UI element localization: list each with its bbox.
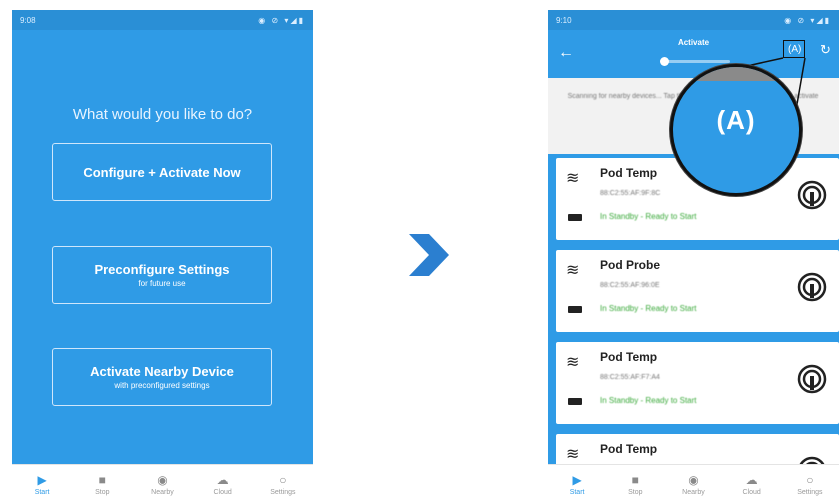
nearby-icon: ◉ [688,473,699,487]
button-label: Activate Nearby Device [90,364,234,379]
status-bar: 9:10 ◉ ⊘ ▾◢▮ [548,10,839,30]
step-progress-dot [660,57,669,66]
stop-icon: ■ [631,473,639,487]
device-name: Pod Probe [600,258,661,272]
nav-stop[interactable]: ■ Stop [77,473,127,496]
nav-label: Settings [270,489,296,496]
broadcast-icon [797,364,827,394]
wifi-icon: ≋ [566,446,580,463]
status-time: 9:08 [20,15,36,25]
nav-label: Start [34,489,50,496]
nav-start[interactable]: ▶ Start [552,473,602,496]
play-icon: ▶ [37,473,47,487]
device-name: Pod Temp [600,350,658,364]
nav-nearby[interactable]: ◉ Nearby [668,473,718,496]
stop-icon: ■ [98,473,106,487]
activate-nearby-device-button[interactable]: Activate Nearby Device with preconfigure… [52,348,272,406]
button-sublabel: for future use [138,279,186,288]
bottom-nav: ▶ Start ■ Stop ◉ Nearby ☁ Cloud ○ Settin… [548,464,839,504]
nav-start[interactable]: ▶ Start [17,473,67,496]
button-label: Configure + Activate Now [83,164,241,180]
nav-cloud[interactable]: ☁ Cloud [727,473,777,496]
broadcast-icon [797,272,827,302]
bottom-nav: ▶ Start ■ Stop ◉ Nearby ☁ Cloud ○ Settin… [12,464,313,504]
configure-activate-button[interactable]: Configure + Activate Now [52,143,272,201]
nav-settings[interactable]: ○ Settings [258,473,308,496]
nav-cloud[interactable]: ☁ Cloud [198,473,248,496]
nav-label: Settings [797,489,823,496]
wifi-icon: ≋ [566,354,580,371]
device-status: In Standby - Ready to Start [600,212,697,221]
nav-stop[interactable]: ■ Stop [610,473,660,496]
device-mac: 88:C2:55:AF:96:0E [600,282,660,289]
battery-icon [568,306,582,313]
nav-nearby[interactable]: ◉ Nearby [137,473,187,496]
device-name: Pod Temp [600,166,658,180]
magnifier-toolbar-strip [673,67,799,81]
nearby-icon: ◉ [157,473,168,487]
battery-icon [568,398,582,405]
refresh-icon[interactable]: ↻ [820,42,831,58]
preconfigure-settings-button[interactable]: Preconfigure Settings for future use [52,246,272,304]
battery-icon [568,214,582,221]
auto-activate-icon: (A) [716,105,756,135]
device-status: In Standby - Ready to Start [600,304,697,313]
step-progress [664,60,730,63]
button-sublabel: with preconfigured settings [114,381,210,390]
device-mac: 88:C2:55:AF:F7:A4 [600,374,660,381]
broadcast-icon [797,180,827,210]
chevron-right-icon [409,234,449,276]
device-list: ≋ Pod Temp 88:C2:55:AF:9F:8C In Standby … [548,154,839,504]
button-label: Preconfigure Settings [94,262,230,277]
prompt-heading: What would you like to do? [72,106,253,123]
nav-label: Nearby [151,489,174,496]
nav-label: Cloud [213,489,232,496]
nav-label: Start [569,489,585,496]
nav-label: Stop [95,489,110,496]
nav-label: Stop [628,489,643,496]
wifi-icon: ≋ [566,262,580,279]
nav-label: Cloud [742,489,761,496]
device-mac: 88:C2:55:AF:9F:8C [600,190,661,197]
device-name: Pod Temp [600,442,658,456]
settings-icon: ○ [806,473,814,487]
magnifier-callout: (A) [670,64,802,196]
play-icon: ▶ [572,473,582,487]
cloud-icon: ☁ [745,473,758,487]
wifi-icon: ≋ [566,170,580,187]
status-icons: ◉ ⊘ ▾◢▮ [258,15,305,25]
device-status: In Standby - Ready to Start [600,396,697,405]
status-bar: 9:08 ◉ ⊘ ▾◢▮ [12,10,313,30]
cloud-icon: ☁ [216,473,229,487]
settings-icon: ○ [279,473,287,487]
callout-highlight-box [783,40,805,58]
nav-label: Nearby [682,489,705,496]
device-card[interactable]: ≋ Pod Probe 88:C2:55:AF:96:0E In Standby… [556,250,839,332]
start-screen: 9:08 ◉ ⊘ ▾◢▮ What would you like to do? … [12,10,313,504]
nav-settings[interactable]: ○ Settings [785,473,835,496]
status-time: 9:10 [556,15,572,25]
status-icons: ◉ ⊘ ▾◢▮ [784,15,831,25]
device-card[interactable]: ≋ Pod Temp 88:C2:55:AF:F7:A4 In Standby … [556,342,839,424]
